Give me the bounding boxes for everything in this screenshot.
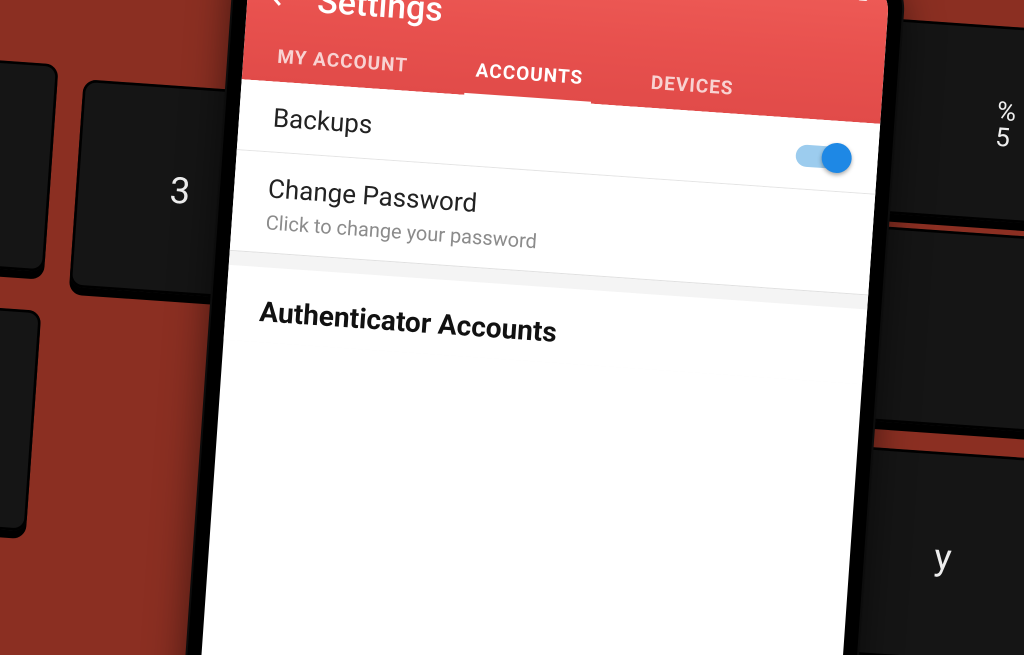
backups-label: Backups [272,104,373,141]
phone-screen: 2:34 46% [198,0,891,655]
tab-accounts[interactable]: ACCOUNTS [468,42,591,103]
backups-toggle[interactable] [795,144,848,170]
back-button[interactable] [266,0,296,16]
phone: 2:34 46% [183,0,906,655]
battery-icon [855,0,872,2]
tab-devices[interactable]: DEVICES [643,54,741,113]
photo-scene: tab caps 3 %5 y h 2:34 [0,0,1024,655]
page-title: Settings [316,0,444,30]
settings-content: Backups Change Password Click to change … [224,79,881,384]
tab-my-account[interactable]: MY ACCOUNT [270,28,416,91]
toggle-knob [821,142,853,174]
battery-percent: 46% [813,0,848,3]
